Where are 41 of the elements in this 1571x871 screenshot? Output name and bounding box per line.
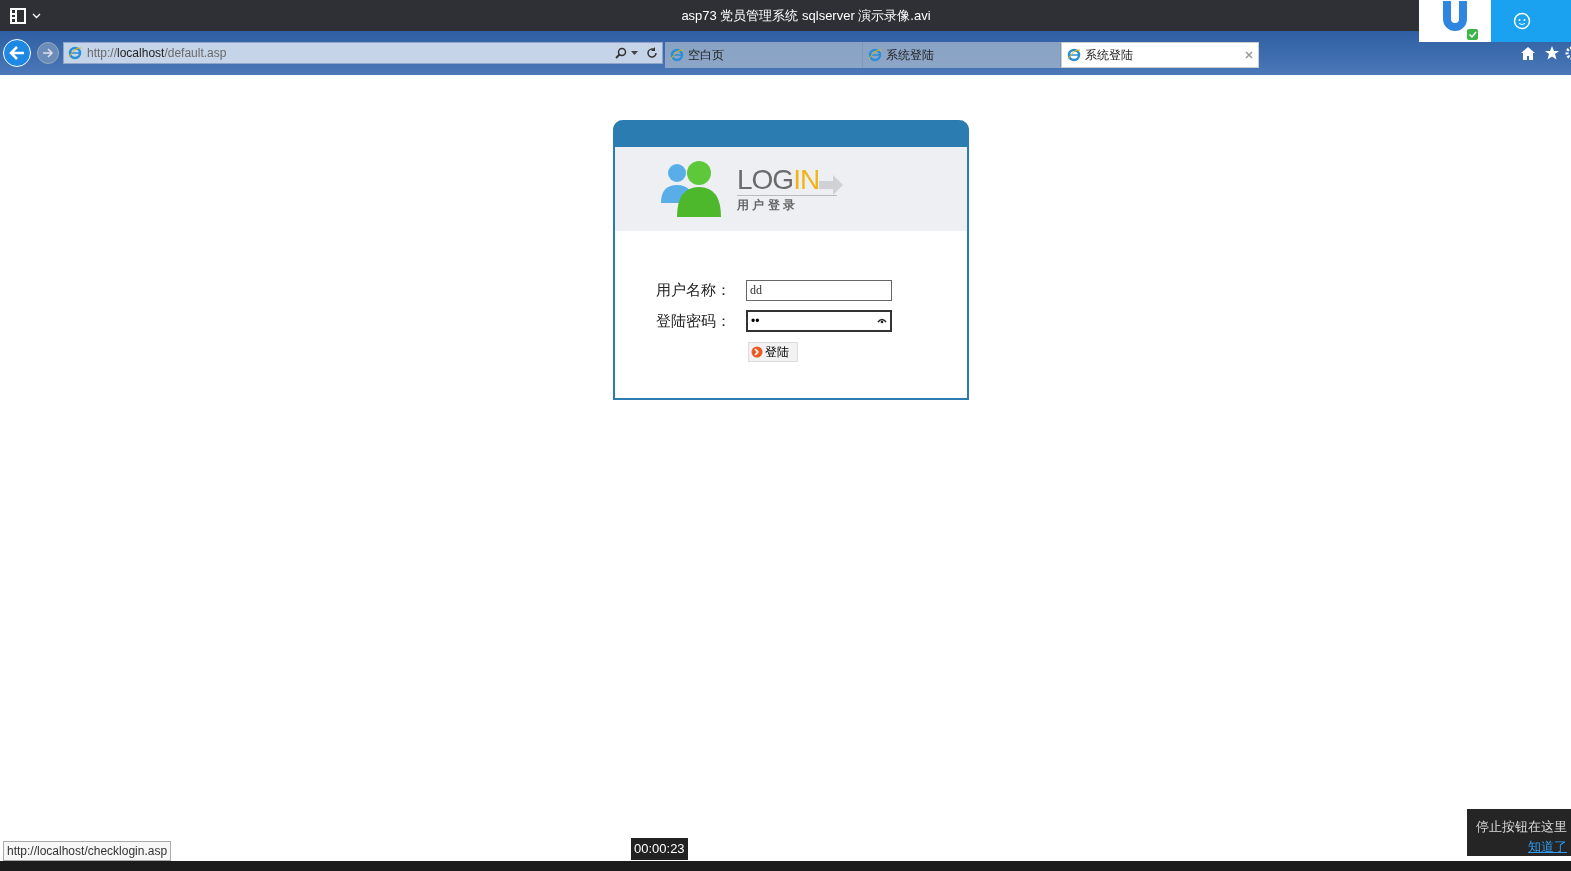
username-field[interactable]: dd [746,279,892,301]
back-button[interactable] [3,39,31,67]
right-arrow-icon [42,48,54,58]
field-label: 用户名称： [656,280,732,300]
tab-title: 系统登陆 [886,46,935,64]
star-icon[interactable] [1545,46,1559,60]
browser-tab[interactable]: 系统登陆 [1061,41,1259,68]
search-icon[interactable] [615,47,627,59]
browser-tab[interactable]: 系统登陆 [863,41,1061,68]
left-arrow-icon [9,46,25,60]
home-icon[interactable] [1521,46,1535,60]
status-url: http://localhost/checklogin.asp [3,841,172,861]
logo-subtitle: 用 户 登 录 [737,194,837,214]
forward-button[interactable] [37,42,59,64]
browser-tab[interactable]: 空白页 [665,41,863,68]
got-it-link[interactable]: 知道了 [1528,836,1567,856]
ie-icon [68,46,82,60]
tab-title: 系统登陆 [1085,46,1134,64]
caret-icon[interactable] [631,50,638,56]
layout-icon[interactable] [10,7,26,24]
url-text: http://localhost/default.asp [87,45,228,62]
login-button[interactable]: 登陆 [748,342,798,362]
caret-icon[interactable] [32,12,41,19]
ie-icon [868,47,882,62]
arrow-circle-icon [751,346,763,358]
eye-icon[interactable] [877,317,887,324]
ie-icon [670,47,684,62]
hint-text: 停止按钮在这里 [1476,818,1567,836]
logo-text: LOG [737,164,794,195]
time-tooltip: 00:00:23 [631,838,688,860]
smiley-icon[interactable] [1513,12,1531,30]
ie-icon [1067,47,1081,62]
logo-text: IN [793,164,820,195]
refresh-icon[interactable] [646,47,658,59]
tab-title: 空白页 [688,46,725,64]
arrow-icon [819,172,844,195]
close-icon[interactable] [1245,50,1253,59]
address-bar[interactable]: http://localhost/default.asp [63,42,663,64]
video-title: asp73 党员管理系统 sqlserver 演示录像.avi [681,6,931,25]
field-label: 登陆密码： [656,310,732,331]
password-field[interactable]: •• [746,309,892,332]
